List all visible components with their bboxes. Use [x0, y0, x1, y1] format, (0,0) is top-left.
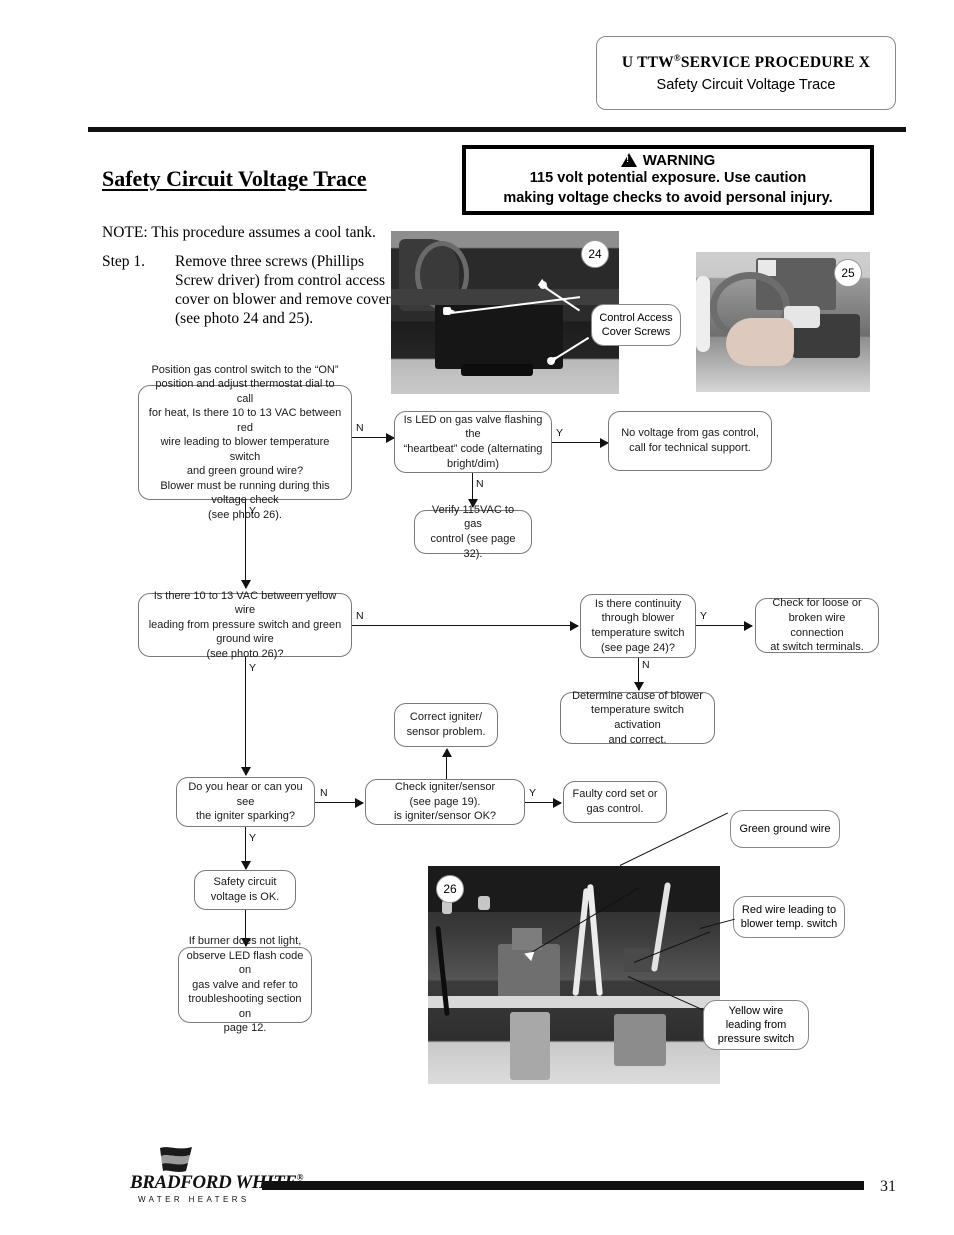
- header-box: U TTW®SERVICE PROCEDURE X Safety Circuit…: [596, 36, 896, 110]
- photo-24-badge: 24: [581, 240, 609, 268]
- edge-b1-to-b5: [245, 500, 247, 588]
- photo-25-badge: 25: [834, 259, 862, 287]
- registered-mark-icon: ®: [673, 53, 681, 64]
- edge-b11-to-b12-arrow: [553, 798, 562, 808]
- page-title: Safety Circuit Voltage Trace: [102, 166, 367, 191]
- logo-tagline: WATER HEATERS: [138, 1195, 250, 1204]
- edge-label-b10-n: N: [320, 787, 328, 799]
- edge-label-b5-n: N: [356, 610, 364, 622]
- photo-25-conduit: [696, 276, 710, 352]
- edge-label-b1-y: Y: [249, 505, 257, 517]
- step-label: Step 1.: [102, 253, 146, 270]
- warning-line-2: making voltage checks to avoid personal …: [503, 189, 833, 206]
- warning-heading: WARNING: [620, 151, 716, 169]
- header-subtitle: Safety Circuit Voltage Trace: [656, 76, 836, 93]
- edge-b5-to-b6-arrow: [570, 621, 579, 631]
- footer-divider: [262, 1181, 864, 1190]
- photo-26-gas-valve-body: [510, 1012, 550, 1080]
- photo-26-screw-b: [478, 896, 490, 910]
- flow-box-faulty-cord-set: Faulty cord set or gas control.: [563, 781, 667, 823]
- step-1: Step 1. Remove three screws (Phillips Sc…: [102, 252, 392, 328]
- photo-24-base-plate: [461, 364, 533, 376]
- flow-box-correct-igniter-problem: Correct igniter/ sensor problem.: [394, 703, 498, 747]
- callout-green-ground-wire: Green ground wire: [730, 810, 840, 848]
- header-title: U TTW®SERVICE PROCEDURE X: [622, 53, 870, 72]
- edge-label-b11-y: Y: [529, 787, 537, 799]
- edge-label-b6-y: Y: [700, 610, 708, 622]
- photo-25-removing-cover: 25: [696, 252, 870, 392]
- edge-b5-to-b10-arrow: [241, 767, 251, 776]
- edge-b10-to-b11-arrow: [355, 798, 364, 808]
- flow-box-burner-not-light: If burner does not light, observe LED fl…: [178, 935, 312, 1034]
- page-number: 31: [880, 1178, 896, 1195]
- warning-heading-text: WARNING: [642, 151, 716, 169]
- flow-box-check-igniter-sensor: Check igniter/sensor (see page 19). is i…: [365, 779, 525, 825]
- flow-box-continuity-blower-switch: Is there continuity through blower tempe…: [580, 594, 696, 658]
- edge-b1-to-b5-arrow: [241, 580, 251, 589]
- callout-control-access-cover-screws: Control Access Cover Screws: [591, 304, 681, 346]
- header-divider: [88, 127, 906, 132]
- photo-24-arrow-head-left: [445, 307, 455, 315]
- flow-box-led-heartbeat: Is LED on gas valve flashing the “heartb…: [394, 411, 552, 473]
- photo-26-gas-valve-right: [614, 1014, 666, 1066]
- flow-box-yellow-wire-voltage: Is there 10 to 13 VAC between yellow wir…: [138, 590, 352, 660]
- callout-red-wire: Red wire leading to blower temp. switch: [733, 896, 845, 938]
- photo-26-control-wiring: 26: [428, 866, 720, 1084]
- edge-label-b1-n: N: [356, 422, 364, 434]
- edge-b5-to-b6: [352, 625, 578, 627]
- flow-box-check-loose-wire: Check for loose or broken wire connectio…: [755, 597, 879, 653]
- photo-25-hand: [726, 318, 794, 366]
- header-title-prefix: U TTW: [621, 54, 674, 72]
- edge-b5-to-b10: [245, 657, 247, 775]
- warning-line-1: 115 volt potential exposure. Use caution: [529, 169, 807, 186]
- flow-box-determine-cause: Determine cause of blower temperature sw…: [560, 690, 715, 746]
- warning-box: WARNING 115 volt potential exposure. Use…: [462, 145, 874, 215]
- edge-label-b10-y: Y: [249, 832, 257, 844]
- photo-24-blower-control-access: 24: [391, 231, 619, 394]
- photo-26-top-panel: [428, 866, 720, 912]
- flow-box-safety-circuit-ok: Safety circuit voltage is OK.: [194, 870, 296, 910]
- edge-b11-to-b9: [446, 756, 448, 780]
- edge-label-b5-y: Y: [249, 662, 257, 674]
- flag-icon: [160, 1147, 192, 1172]
- header-title-suffix: SERVICE PROCEDURE X: [680, 54, 871, 72]
- photo-24-bracket: [391, 289, 619, 305]
- flow-box-igniter-sparking: Do you hear or can you see the igniter s…: [176, 777, 315, 827]
- edge-b10-to-b13-arrow: [241, 861, 251, 870]
- flow-box-no-voltage-gas-control: No voltage from gas control, call for te…: [608, 411, 772, 471]
- flow-box-position-gas-control: Position gas control switch to the “ON” …: [138, 364, 352, 521]
- edge-label-b6-n: N: [642, 659, 650, 671]
- edge-label-b2-n: N: [476, 478, 484, 490]
- photo-26-badge: 26: [436, 875, 464, 903]
- warning-triangle-icon: [620, 153, 637, 168]
- note-text: NOTE: This procedure assumes a cool tank…: [102, 224, 376, 241]
- flow-box-verify-115vac: Verify 115VAC to gas control (see page 3…: [414, 504, 532, 560]
- edge-b6-to-b7-arrow: [744, 621, 753, 631]
- callout-yellow-wire: Yellow wire leading from pressure switch: [703, 1000, 809, 1050]
- step-body: Remove three screws (Phillips Screw driv…: [175, 253, 391, 328]
- edge-label-b2-y: Y: [556, 427, 564, 439]
- edge-b11-to-b9-arrow: [442, 748, 452, 757]
- bradford-white-logo: BRADFORD WHITE® WATER HEATERS: [130, 1146, 303, 1204]
